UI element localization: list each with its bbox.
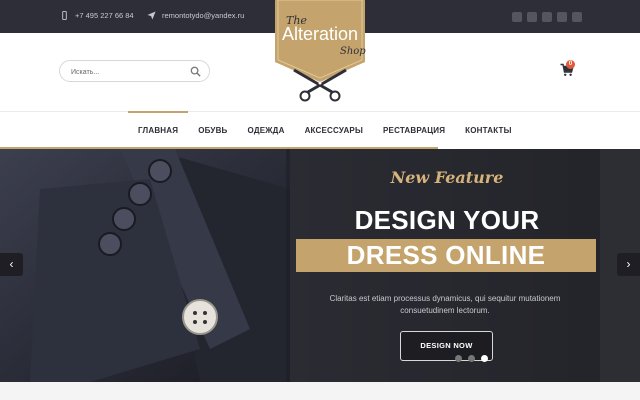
slider-next-arrow-icon[interactable]: ›	[617, 253, 640, 276]
hero-headline-line-1: DESIGN YOUR	[354, 205, 540, 235]
cart-count-badge: 0	[566, 60, 575, 69]
logo[interactable]: The Alteration Shop	[270, 0, 370, 104]
google-plus-icon[interactable]	[557, 12, 567, 22]
search-input[interactable]	[71, 62, 191, 83]
logo-text-main: Alteration	[282, 24, 358, 44]
social-links	[512, 12, 582, 22]
nav-item-home[interactable]: ГЛАВНАЯ	[128, 111, 189, 149]
slider-dot-1[interactable]	[455, 355, 462, 362]
nav-item-shoes[interactable]: ОБУВЬ	[188, 112, 237, 149]
phone-icon	[62, 11, 67, 20]
search-icon[interactable]	[190, 66, 201, 77]
logo-text-shop: Shop	[340, 46, 366, 57]
nav-item-contacts[interactable]: КОНТАКТЫ	[455, 112, 521, 149]
email-contact[interactable]: remontotydo@yandex.ru	[147, 11, 244, 20]
page: +7 495 227 66 84 remontotydo@yandex.ru 0	[0, 0, 640, 400]
nav-item-restoration[interactable]: РЕСТАВРАЦИЯ	[373, 112, 455, 149]
nav-item-clothing[interactable]: ОДЕЖДА	[238, 112, 295, 149]
send-icon	[147, 11, 156, 20]
phone-contact[interactable]: +7 495 227 66 84	[60, 11, 134, 20]
slider-dot-2[interactable]	[468, 355, 475, 362]
main-nav: ГЛАВНАЯ ОБУВЬ ОДЕЖДА АКСЕССУАРЫ РЕСТАВРА…	[0, 111, 640, 150]
search-box	[59, 60, 210, 83]
phone-number: +7 495 227 66 84	[75, 11, 134, 20]
slider-dot-3[interactable]	[481, 355, 488, 362]
hero-eyebrow: New Feature	[390, 168, 504, 187]
page-bottom	[0, 382, 640, 400]
slider-prev-arrow-icon[interactable]: ‹	[0, 253, 23, 276]
facebook-icon[interactable]	[512, 12, 522, 22]
email-address: remontotydo@yandex.ru	[162, 11, 245, 20]
vk-icon[interactable]	[542, 12, 552, 22]
rss-icon[interactable]	[572, 12, 582, 22]
slider-dots	[455, 355, 488, 362]
hero-headline-line-2: DRESS ONLINE	[346, 240, 546, 270]
hero-slider: New Feature DESIGN YOUR DRESS ONLINE Cla…	[0, 149, 640, 382]
twitter-icon[interactable]	[527, 12, 537, 22]
hero-description: Claritas est etiam processus dynamicus, …	[329, 294, 561, 315]
nav-item-accessories[interactable]: АКСЕССУАРЫ	[295, 112, 373, 149]
